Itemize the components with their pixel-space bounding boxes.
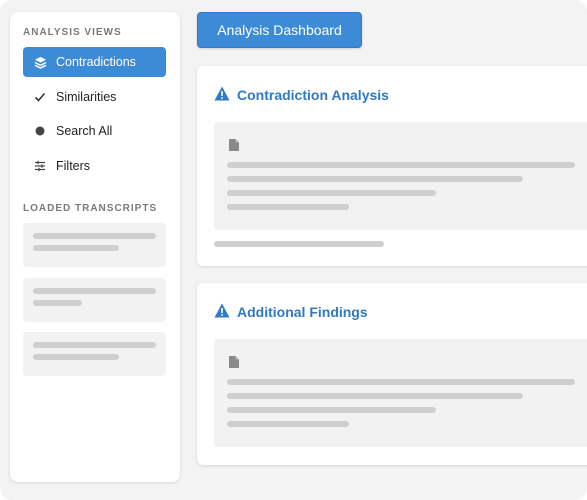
sidebar-item-filters[interactable]: Filters	[23, 151, 166, 181]
transcript-card[interactable]	[23, 278, 166, 322]
placeholder-line	[33, 245, 119, 251]
additional-findings-panel: Additional Findings	[197, 283, 587, 465]
sidebar-item-search-all[interactable]: Search All	[23, 116, 166, 146]
loaded-transcripts-heading: LOADED TRANSCRIPTS	[23, 203, 158, 214]
warning-icon	[214, 303, 230, 318]
sidebar-item-similarities[interactable]: Similarities	[23, 82, 166, 112]
document-preview	[214, 339, 587, 447]
sidebar-item-label: Contradictions	[56, 55, 136, 69]
document-icon	[229, 138, 239, 151]
transcript-card[interactable]	[23, 223, 166, 267]
check-icon	[33, 90, 47, 104]
placeholder-line	[227, 421, 349, 427]
placeholder-line	[227, 176, 523, 182]
panel-title: Additional Findings	[237, 304, 368, 320]
document-preview	[214, 122, 587, 230]
dot-icon	[33, 124, 47, 138]
sliders-icon	[33, 159, 47, 173]
placeholder-line	[227, 162, 575, 168]
placeholder-line	[33, 300, 82, 306]
placeholder-line	[227, 407, 436, 413]
app-window: ANALYSIS VIEWS Contradictions Similariti…	[0, 0, 587, 500]
sidebar-item-label: Filters	[56, 159, 91, 173]
contradiction-analysis-panel: Contradiction Analysis	[197, 66, 587, 266]
sidebar-item-contradictions[interactable]: Contradictions	[23, 47, 166, 77]
placeholder-line	[214, 241, 384, 247]
transcript-card[interactable]	[23, 332, 166, 376]
sidebar-item-label: Search All	[56, 124, 113, 138]
placeholder-line	[33, 354, 119, 360]
layers-icon	[33, 55, 47, 69]
placeholder-line	[33, 342, 156, 348]
placeholder-line	[227, 379, 575, 385]
panel-title: Contradiction Analysis	[237, 87, 389, 103]
document-icon	[229, 355, 239, 368]
analysis-dashboard-button[interactable]: Analysis Dashboard	[197, 12, 362, 48]
analysis-views-heading: ANALYSIS VIEWS	[23, 27, 122, 38]
placeholder-line	[227, 393, 523, 399]
placeholder-line	[33, 288, 156, 294]
placeholder-line	[227, 204, 349, 210]
placeholder-line	[227, 190, 436, 196]
sidebar: ANALYSIS VIEWS Contradictions Similariti…	[10, 12, 180, 482]
sidebar-item-label: Similarities	[56, 90, 117, 104]
warning-icon	[214, 86, 230, 101]
placeholder-line	[33, 233, 156, 239]
